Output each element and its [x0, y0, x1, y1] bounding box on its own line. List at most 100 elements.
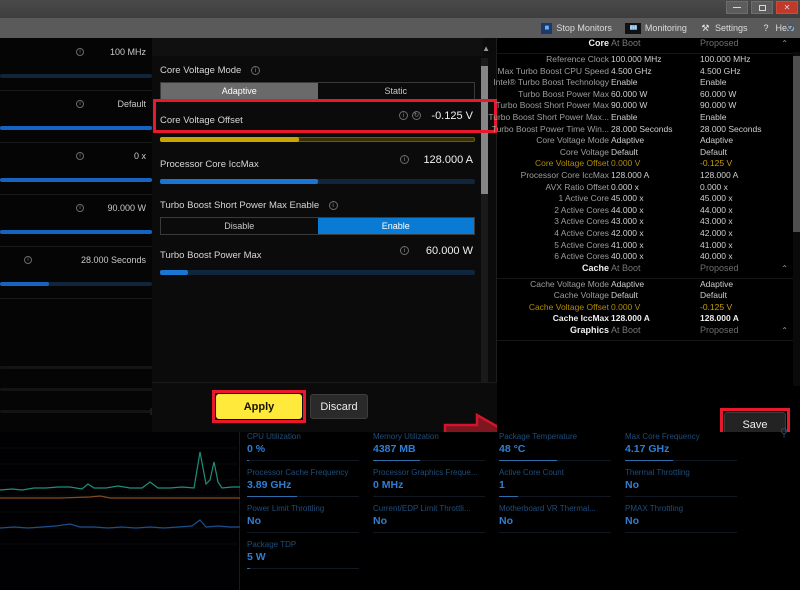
metric-tile[interactable]: Power Limit ThrottlingNo — [247, 504, 369, 540]
graph-pane — [0, 432, 240, 590]
toolbar-item-stop-monitors[interactable]: ■ Stop Monitors — [541, 23, 612, 34]
close-button[interactable]: ✕ — [776, 1, 798, 14]
toolbar-item-monitoring[interactable]: ▮▮▮ Monitoring — [625, 23, 687, 34]
chevron-up-icon[interactable]: ⌃ — [781, 326, 788, 335]
slider-track — [0, 388, 163, 391]
metric-label: Power Limit Throttling — [247, 504, 359, 513]
readout-row-at-boot: 41.000 x — [611, 240, 644, 250]
metric-tile[interactable]: Package TDP5 W — [247, 540, 369, 576]
readout-section-header[interactable]: GraphicsAt BootProposed⌃ — [497, 325, 800, 340]
readout-row-at-boot: Default — [611, 290, 638, 300]
toolbar-item-settings[interactable]: ⚒ Settings — [700, 23, 748, 34]
chevron-up-icon[interactable]: ⌃ — [781, 39, 788, 48]
metric-bar-fill — [499, 460, 557, 462]
readout-row-proposed: 128.000 A — [700, 170, 738, 180]
metric-tile-column: CPU Utilization0 %Processor Cache Freque… — [247, 432, 369, 576]
info-icon[interactable]: i — [329, 201, 338, 210]
metric-tile[interactable]: PMAX ThrottlingNo — [625, 504, 747, 540]
segment-enable[interactable]: Enable — [318, 218, 475, 234]
readout-row: Core Voltage ModeAdaptiveAdaptive — [497, 135, 800, 147]
info-icon: i — [76, 204, 84, 212]
readout-row: Cache Voltage Offset0.000 V-0.125 V — [497, 302, 800, 314]
column-header-proposed: Proposed — [700, 263, 739, 273]
metric-bar-fill — [499, 496, 518, 498]
divider — [0, 142, 152, 143]
readout-row: 2 Active Cores44.000 x44.000 x — [497, 205, 800, 217]
info-icon[interactable]: i — [400, 246, 409, 255]
slider-fill — [0, 230, 152, 234]
readout-row-at-boot: 0.000 V — [611, 158, 640, 168]
readout-row-name: Turbo Boost Short Power Max... — [488, 112, 609, 122]
metric-label: Motherboard VR Thermal... — [499, 504, 611, 513]
readout-row-proposed: 128.000 A — [700, 313, 739, 323]
segment-disable[interactable]: Disable — [161, 218, 318, 234]
turbo-boost-power-max-value: 60.000 W — [426, 245, 473, 257]
dialog-scrollbar[interactable] — [481, 58, 488, 398]
turbo-short-power-segmented: Disable Enable — [160, 217, 475, 235]
info-icon[interactable]: i — [400, 155, 409, 164]
telemetry-graph — [0, 432, 240, 560]
readout-row-at-boot: Adaptive — [611, 279, 644, 289]
readout-section-header[interactable]: CacheAt BootProposed⌃ — [497, 263, 800, 278]
background-row-value: 90.000 W — [107, 203, 146, 213]
chevron-up-icon[interactable]: ⌃ — [781, 264, 788, 273]
readout-row-proposed: 41.000 x — [700, 240, 733, 250]
metric-bar-track — [247, 568, 359, 570]
slider-fill — [0, 178, 152, 182]
core-voltage-mode-label: Core Voltage Mode — [160, 65, 241, 76]
readout-row: Turbo Boost Power Max60.000 W60.000 W — [497, 89, 800, 101]
metric-tile[interactable]: CPU Utilization0 % — [247, 432, 369, 468]
metric-tile[interactable]: Package Temperature48 °C — [499, 432, 621, 468]
app-body: i100 MHziDefaulti0 xi90.000 Wi28.000 Sec… — [0, 38, 800, 590]
readout-row: 6 Active Cores40.000 x40.000 x — [497, 251, 800, 263]
readout-row-name: Max Turbo Boost CPU Speed — [497, 66, 609, 76]
minimize-button[interactable] — [726, 1, 748, 14]
scroll-up-arrow[interactable]: ▲ — [482, 44, 490, 53]
metric-label: PMAX Throttling — [625, 504, 737, 513]
gear-icon: ⚒ — [700, 23, 711, 34]
metric-tile[interactable]: Motherboard VR Thermal...No — [499, 504, 621, 540]
readout-row: 5 Active Cores41.000 x41.000 x — [497, 240, 800, 252]
background-tuning-row: i28.000 Seconds — [0, 246, 152, 298]
metric-tile[interactable]: Processor Graphics Freque...0 MHz — [373, 468, 495, 504]
readout-row-proposed: 43.000 x — [700, 216, 733, 226]
metric-label: Thermal Throttling — [625, 468, 737, 477]
turbo-boost-power-max-slider[interactable] — [160, 270, 475, 275]
discard-button[interactable]: Discard — [310, 394, 368, 419]
metric-tile[interactable]: Processor Cache Frequency3.89 GHz — [247, 468, 369, 504]
readout-row-at-boot: 4.500 GHz — [611, 66, 652, 76]
column-header-at-boot: At Boot — [611, 263, 641, 273]
reset-icon[interactable]: ↻ — [412, 111, 421, 120]
column-header-at-boot: At Boot — [611, 38, 641, 48]
background-tuning-row: i100 MHz — [0, 38, 152, 90]
expand-icon[interactable]: ⚲ — [780, 426, 788, 439]
readout-row-at-boot: 28.000 Seconds — [611, 124, 672, 134]
metric-tile[interactable]: Thermal ThrottlingNo — [625, 468, 747, 504]
readout-scrollbar[interactable] — [793, 52, 800, 386]
processor-core-iccmax-slider[interactable] — [160, 179, 475, 184]
readout-row: 3 Active Cores43.000 x43.000 x — [497, 216, 800, 228]
segment-adaptive[interactable]: Adaptive — [161, 83, 318, 99]
search-icon[interactable]: ⚲ — [786, 22, 794, 35]
readout-row: Turbo Boost Short Power Max90.000 W90.00… — [497, 100, 800, 112]
segment-static[interactable]: Static — [318, 83, 475, 99]
info-icon[interactable]: i — [251, 66, 260, 75]
readout-scrollbar-thumb[interactable] — [793, 56, 800, 232]
field-core-voltage-mode: Core Voltage Mode i Adaptive Static — [152, 60, 483, 100]
readout-row: Turbo Boost Short Power Max...EnableEnab… — [497, 112, 800, 124]
metric-tile[interactable]: Active Core Count1 — [499, 468, 621, 504]
info-icon[interactable]: i — [399, 111, 408, 120]
toolbar-label-settings: Settings — [715, 23, 748, 33]
slider-track — [0, 410, 158, 413]
metric-tile[interactable]: Max Core Frequency4.17 GHz — [625, 432, 747, 468]
metric-label: Package Temperature — [499, 432, 611, 441]
readout-section-header[interactable]: CoreAt BootProposed⌃ — [497, 38, 800, 53]
metric-tile[interactable]: Memory Utilization4387 MB — [373, 432, 495, 468]
metric-label: Package TDP — [247, 540, 359, 549]
core-voltage-offset-slider[interactable] — [160, 137, 475, 142]
apply-button[interactable]: Apply — [216, 394, 302, 419]
maximize-button[interactable] — [751, 1, 773, 14]
readout-row-proposed: Enable — [700, 112, 726, 122]
metric-tile[interactable]: Current/EDP Limit Throttli...No — [373, 504, 495, 540]
dialog-scrollbar-thumb[interactable] — [481, 66, 488, 194]
